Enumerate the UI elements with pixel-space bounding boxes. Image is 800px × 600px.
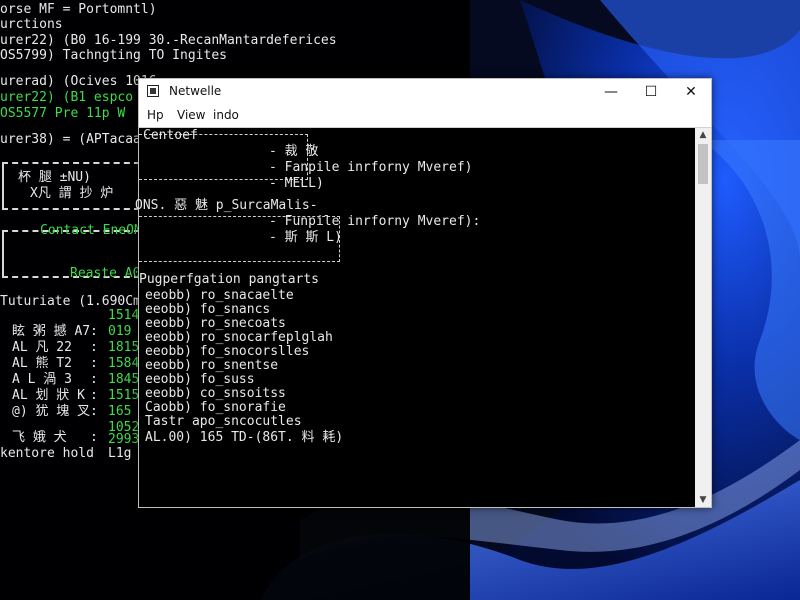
- scroll-thumb[interactable]: [698, 144, 708, 184]
- vertical-scrollbar[interactable]: ▲ ▼: [695, 128, 711, 507]
- terminal-line: orse MF = Portomntl): [0, 2, 157, 17]
- window-titlebar[interactable]: Netwelle — ☐ ✕: [139, 79, 711, 105]
- terminal-line: urer22) (B1 espco: [0, 90, 134, 105]
- content-header-label: Centoef: [143, 128, 198, 143]
- terminal-line: A L 渦 3: [12, 372, 72, 387]
- terminal-colon: :: [90, 340, 98, 355]
- terminal-value: 1815: [108, 340, 140, 355]
- terminal-colon: :: [90, 324, 98, 339]
- scroll-up-icon[interactable]: ▲: [695, 128, 711, 142]
- terminal-line: L1g: [108, 446, 132, 461]
- terminal-line: kentore hold: [0, 446, 94, 461]
- terminal-line: AL 凡 22: [12, 340, 72, 355]
- terminal-value: 1515: [108, 388, 140, 403]
- scroll-down-icon[interactable]: ▼: [695, 493, 711, 507]
- terminal-value: 1845: [108, 372, 140, 387]
- terminal-line: OS5799) Tachngting TO Ingites: [0, 48, 227, 63]
- content-line: Pugperfgation pangtarts: [139, 272, 320, 287]
- terminal-colon: :: [90, 404, 98, 419]
- terminal-line: 眩 粥 撼 A7: [12, 324, 91, 339]
- terminal-value: 019: [108, 324, 132, 339]
- content-line: Tastr apo_sncocutles: [145, 414, 302, 429]
- content-line: AL.00) 165 TD-(86T. 料 耗): [145, 430, 344, 445]
- menu-item-indo[interactable]: indo: [213, 108, 239, 122]
- terminal-value: 1584: [108, 356, 140, 371]
- terminal-line: OS5577 Pre 11p W: [0, 106, 126, 121]
- minimize-button[interactable]: —: [591, 79, 631, 105]
- terminal-line: Reaste A0: [70, 266, 141, 281]
- terminal-line: X凡 謂 抄 炉: [30, 186, 114, 201]
- terminal-line: AL 熊 T2: [12, 356, 72, 371]
- terminal-colon: :: [90, 430, 98, 445]
- menu-bar: Hp View indo: [139, 105, 711, 128]
- terminal-line: @) 犹 塊 叉: [12, 404, 91, 419]
- terminal-line: urctions: [0, 17, 63, 32]
- terminal-colon: :: [90, 372, 98, 387]
- terminal-colon: :: [90, 388, 98, 403]
- content-line: ONS. 惡 魅 p_SurcaMalis-: [135, 198, 318, 213]
- menu-item-view[interactable]: View: [177, 108, 205, 122]
- terminal-value: 1514: [108, 308, 140, 323]
- window-content[interactable]: Centoef - 裁 敬 - Fanpile inrforny Mveref)…: [135, 128, 695, 507]
- app-icon: [147, 85, 159, 97]
- terminal-line: AL 划 狀 K: [12, 388, 85, 403]
- content-line: - 裁 敬: [269, 144, 319, 159]
- content-line: - MELL): [269, 176, 324, 191]
- content-line: - Funpile inrforny Mveref):: [269, 214, 481, 229]
- netwelle-window[interactable]: Netwelle — ☐ ✕ Hp View indo Centoef - 裁 …: [135, 78, 712, 508]
- terminal-line: urer22) (B0 16-199 30.-RecanMantardeferi…: [0, 33, 337, 48]
- terminal-line: urerad) (Ocives 1016: [0, 74, 157, 89]
- terminal-value: 165: [108, 404, 132, 419]
- terminal-line: 杯 腿 ±NU): [18, 170, 91, 185]
- window-title: Netwelle: [169, 84, 222, 98]
- content-line: - 斯 斯 L): [269, 230, 342, 245]
- terminal-colon: :: [90, 356, 98, 371]
- content-line: - Fanpile inrforny Mveref): [269, 160, 473, 175]
- menu-item-hp[interactable]: Hp: [147, 108, 164, 122]
- terminal-line: 飞 娥 犬: [12, 430, 67, 445]
- close-button[interactable]: ✕: [671, 79, 711, 105]
- maximize-button[interactable]: ☐: [631, 79, 671, 105]
